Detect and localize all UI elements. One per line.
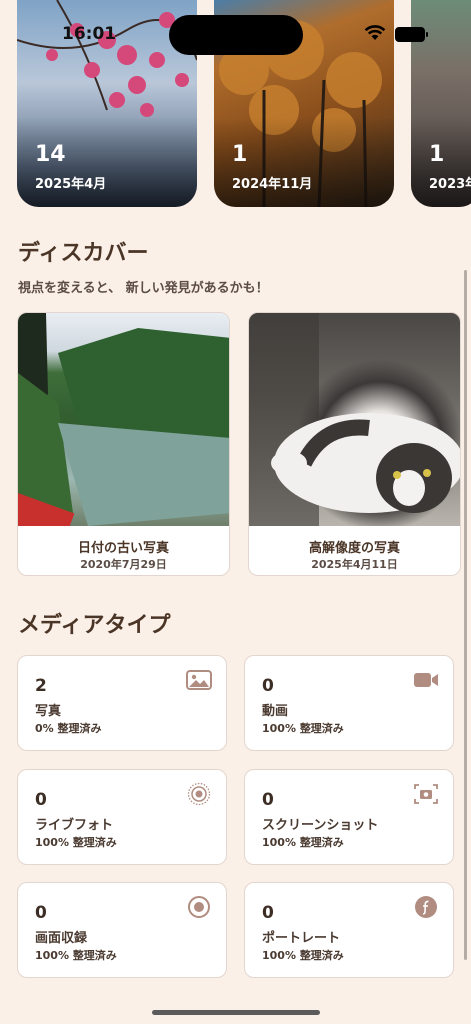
- media-label: 画面収録: [35, 931, 88, 946]
- media-label: スクリーンショット: [262, 818, 379, 833]
- media-card-screenshots[interactable]: 0 スクリーンショット 100% 整理済み: [244, 769, 454, 865]
- cat-photo: [249, 313, 460, 526]
- media-status: 100% 整理済み: [262, 722, 344, 735]
- discover-card-title: 高解像度の写真: [308, 541, 400, 556]
- discover-title: ディスカバー: [18, 241, 149, 266]
- screen-record-icon: [188, 896, 210, 918]
- discover-card-date: 2020年7月29日: [80, 558, 167, 571]
- album-date: 2025年4月: [35, 177, 107, 192]
- discover-card-title: 日付の古い写真: [77, 541, 169, 556]
- media-label: ライブフォト: [35, 818, 114, 833]
- discover-card-old-photos[interactable]: 日付の古い写真 2020年7月29日: [17, 312, 230, 576]
- media-count: 0: [262, 790, 274, 810]
- album-date: 2023年: [429, 177, 471, 192]
- media-status: 0% 整理済み: [35, 722, 102, 735]
- media-count: 0: [35, 903, 47, 923]
- discover-card-date: 2025年4月11日: [311, 558, 398, 571]
- album-count: 1: [232, 142, 248, 167]
- river-photo: [18, 313, 229, 526]
- media-count: 0: [35, 790, 47, 810]
- home-indicator[interactable]: [152, 1010, 320, 1015]
- media-card-videos[interactable]: 0 動画 100% 整理済み: [244, 655, 454, 751]
- dynamic-island: [169, 15, 303, 55]
- wifi-icon: [364, 25, 386, 40]
- media-label: 動画: [262, 704, 289, 719]
- media-label: ポートレート: [262, 931, 341, 946]
- media-card-portraits[interactable]: 0 ポートレート 100% 整理済み: [244, 882, 454, 978]
- discover-subtitle: 視点を変えると、 新しい発見があるかも！: [18, 281, 269, 296]
- media-card-screen-recordings[interactable]: 0 画面収録 100% 整理済み: [17, 882, 227, 978]
- status-bar: 16:01: [0, 0, 471, 60]
- live-photo-icon: [187, 782, 211, 806]
- media-card-photos[interactable]: 2 写真 0% 整理済み: [17, 655, 227, 751]
- media-label: 写真: [35, 704, 62, 719]
- media-type-title: メディアタイプ: [18, 613, 171, 638]
- screenshot-icon: [414, 784, 438, 804]
- portrait-icon: [415, 896, 437, 918]
- media-count: 2: [35, 676, 47, 696]
- album-count: 14: [35, 142, 66, 167]
- media-status: 100% 整理済み: [262, 836, 344, 849]
- discover-card-high-res[interactable]: 高解像度の写真 2025年4月11日: [248, 312, 461, 576]
- video-icon: [414, 673, 438, 687]
- media-card-live-photos[interactable]: 0 ライブフォト 100% 整理済み: [17, 769, 227, 865]
- scroll-indicator[interactable]: [464, 270, 467, 960]
- album-count: 1: [429, 142, 445, 167]
- status-time: 16:01: [62, 24, 117, 44]
- media-status: 100% 整理済み: [35, 949, 117, 962]
- media-status: 100% 整理済み: [262, 949, 344, 962]
- media-count: 0: [262, 903, 274, 923]
- media-count: 0: [262, 676, 274, 696]
- album-date: 2024年11月: [232, 177, 313, 192]
- media-status: 100% 整理済み: [35, 836, 117, 849]
- photo-icon: [186, 670, 212, 690]
- battery-icon: [395, 27, 428, 42]
